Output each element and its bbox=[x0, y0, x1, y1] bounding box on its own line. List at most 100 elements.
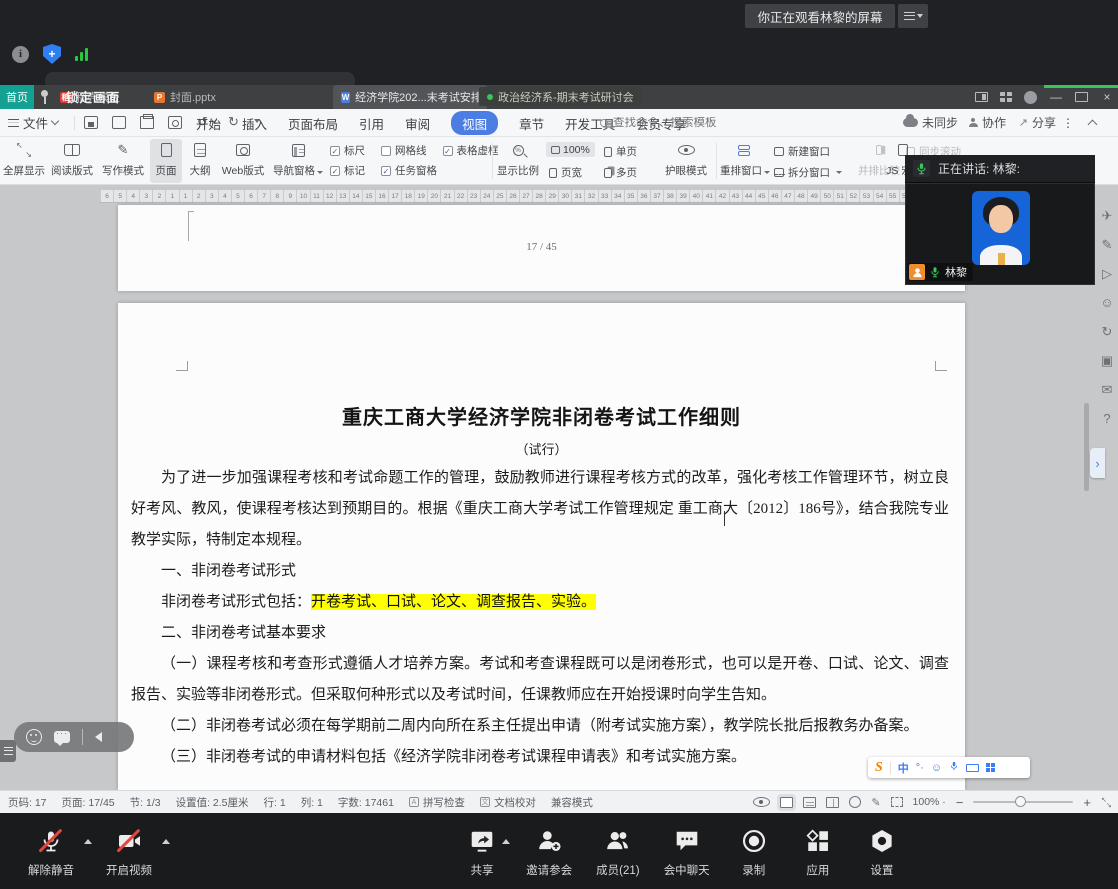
submenu-caret-icon[interactable] bbox=[84, 839, 92, 844]
menu-tab-5[interactable]: 审阅 bbox=[405, 114, 430, 133]
view-check-r1-2-checkbox[interactable]: 网格线 bbox=[381, 143, 427, 158]
submenu-caret-icon[interactable] bbox=[162, 839, 170, 844]
sticker-icon[interactable]: ☺ bbox=[1100, 296, 1113, 309]
sync-status[interactable]: 未同步 bbox=[903, 114, 958, 131]
status-item-4[interactable]: 设置值: 2.5厘米 bbox=[176, 795, 249, 810]
tab-home[interactable]: 首页 bbox=[0, 85, 34, 109]
tab-ppt[interactable]: P 封面.pptx bbox=[146, 85, 224, 109]
meeting-control-2[interactable]: 开启视频 bbox=[96, 827, 162, 878]
help-icon[interactable]: ? bbox=[1103, 412, 1110, 425]
view-check-r2-2-checkbox[interactable]: ✓任务窗格 bbox=[381, 163, 437, 178]
zoom-in-button[interactable]: + bbox=[1083, 795, 1091, 810]
status-item-5[interactable]: 行: 1 bbox=[264, 795, 286, 810]
eye-protect-button[interactable]: 护眼模式 bbox=[662, 139, 710, 183]
page-17[interactable]: 17 / 45 bbox=[118, 205, 965, 291]
collapse-ribbon-button[interactable] bbox=[1089, 118, 1096, 128]
close-button[interactable]: × bbox=[1100, 90, 1114, 104]
zoom-slider[interactable] bbox=[973, 801, 1073, 803]
voice-input-icon[interactable] bbox=[949, 761, 959, 774]
meeting-control-9[interactable]: 设置 bbox=[862, 827, 902, 878]
meeting-control-5[interactable]: 成员(21) bbox=[596, 827, 639, 878]
edit-pencil-icon[interactable]: ✎ bbox=[1102, 238, 1113, 251]
history-icon[interactable]: ↻ bbox=[1102, 325, 1113, 338]
web-view-icon[interactable] bbox=[849, 796, 861, 808]
export-button[interactable] bbox=[112, 116, 126, 129]
writing-mode-button[interactable]: ✎ 写作模式 bbox=[99, 139, 147, 183]
single-page-button[interactable]: 单页 bbox=[604, 144, 637, 159]
menu-tab-4[interactable]: 引用 bbox=[359, 114, 384, 133]
pin-icon[interactable] bbox=[38, 89, 50, 105]
more-menu-icon[interactable]: ⋮ bbox=[1062, 116, 1074, 130]
punctuation-icon[interactable]: °· bbox=[916, 762, 924, 774]
tab-doc-active[interactable]: W 经济学院202...末考试安排方案 bbox=[333, 85, 487, 109]
emoji-face-icon[interactable]: ☺ bbox=[931, 762, 942, 774]
print-button[interactable] bbox=[140, 116, 154, 129]
card-icon[interactable]: ▣ bbox=[1101, 354, 1113, 367]
scrollbar-thumb[interactable] bbox=[1084, 403, 1089, 491]
outline-view-icon[interactable] bbox=[803, 797, 816, 808]
new-window-button[interactable]: 新建窗口 bbox=[774, 144, 830, 159]
menu-tab-6[interactable]: 视图 bbox=[451, 111, 498, 135]
view-check-r1-1-checkbox[interactable]: ✓标尺 bbox=[330, 143, 365, 158]
fullscreen-view-button[interactable]: 全屏显示 bbox=[2, 139, 46, 183]
page-view-button[interactable]: 页面 bbox=[150, 139, 182, 183]
zoom-out-button[interactable]: − bbox=[956, 795, 964, 810]
eye-mode-icon[interactable] bbox=[753, 797, 770, 807]
info-icon[interactable]: i bbox=[12, 46, 29, 63]
menu-tab-1[interactable]: 开始 bbox=[196, 114, 221, 133]
workspace-grid-icon[interactable] bbox=[1000, 92, 1012, 102]
file-menu[interactable]: 文件 bbox=[8, 113, 58, 132]
menu-tab-3[interactable]: 页面布局 bbox=[288, 114, 338, 133]
page-view-icon[interactable] bbox=[780, 797, 793, 808]
status-item-2[interactable]: 页面: 17/45 bbox=[62, 795, 115, 810]
zoom-slider-handle[interactable] bbox=[1015, 796, 1026, 807]
zoom-100-button[interactable]: 100% bbox=[546, 142, 595, 157]
fullscreen-icon[interactable] bbox=[1101, 797, 1112, 808]
input-mode-cn[interactable]: 中 bbox=[898, 760, 909, 776]
meeting-control-7[interactable]: 录制 bbox=[734, 827, 774, 878]
save-button[interactable] bbox=[84, 116, 98, 129]
minimize-button[interactable]: — bbox=[1049, 90, 1063, 104]
emoji-icon[interactable] bbox=[26, 729, 42, 745]
split-window-button[interactable]: 拆分窗口 bbox=[774, 165, 842, 180]
view-check-r2-1-checkbox[interactable]: ✓标记 bbox=[330, 163, 365, 178]
proof-button[interactable]: 文文档校对 bbox=[480, 795, 536, 810]
print-preview-button[interactable] bbox=[168, 116, 182, 129]
edge-list-toggle[interactable] bbox=[0, 740, 16, 762]
meeting-control-8[interactable]: 应用 bbox=[798, 827, 838, 878]
share-icon[interactable]: ✈ bbox=[1102, 209, 1113, 222]
page-width-button[interactable]: 页宽 bbox=[549, 165, 582, 180]
collapse-toolbar-icon[interactable] bbox=[95, 732, 102, 742]
zoom-ratio-button[interactable]: % 显示比例 bbox=[496, 139, 540, 183]
fit-page-icon[interactable] bbox=[891, 797, 903, 807]
search-input[interactable] bbox=[613, 117, 763, 129]
view-check-r1-3-checkbox[interactable]: ✓表格虚框 bbox=[443, 143, 499, 158]
nav-pane-button[interactable]: 导航窗格 bbox=[272, 139, 324, 183]
multi-page-button[interactable]: 多页 bbox=[604, 165, 637, 180]
status-item-7[interactable]: 字数: 17461 bbox=[338, 795, 394, 810]
zoom-percent[interactable]: 100% · bbox=[913, 796, 946, 808]
meeting-control-1[interactable]: 解除静音 bbox=[18, 827, 84, 878]
account-avatar[interactable] bbox=[1024, 91, 1037, 104]
collaborate-button[interactable]: 协作 bbox=[969, 114, 1006, 131]
chat-bubble-icon[interactable] bbox=[54, 731, 70, 743]
layout-icon[interactable] bbox=[975, 92, 988, 102]
outline-view-button[interactable]: 大纲 bbox=[185, 139, 215, 183]
status-item-6[interactable]: 列: 1 bbox=[301, 795, 323, 810]
sidebar-expand-button[interactable]: › bbox=[1090, 448, 1105, 478]
share-button[interactable]: ↗ 分享 bbox=[1019, 114, 1056, 131]
meeting-control-6[interactable]: 会中聊天 bbox=[664, 827, 710, 878]
command-search[interactable] bbox=[600, 113, 780, 133]
submenu-caret-icon[interactable] bbox=[502, 839, 510, 844]
restore-button[interactable] bbox=[1075, 92, 1088, 102]
column-view-icon[interactable] bbox=[826, 797, 839, 808]
menu-tab-7[interactable]: 章节 bbox=[519, 114, 544, 133]
compat-mode-label[interactable]: 兼容模式 bbox=[551, 795, 593, 810]
rearrange-windows-button[interactable]: 重排窗口 bbox=[720, 139, 768, 183]
mail-icon[interactable]: ✉ bbox=[1102, 383, 1113, 396]
keyboard-icon[interactable] bbox=[966, 764, 979, 772]
sogou-logo[interactable]: S bbox=[875, 760, 883, 776]
security-shield-icon[interactable]: + bbox=[43, 44, 61, 64]
page-18[interactable]: 重庆工商大学经济学院非闭卷考试工作细则 （试行） 为了进一步加强课程考核和考试命… bbox=[118, 303, 965, 790]
menu-tab-2[interactable]: 插入 bbox=[242, 114, 267, 133]
